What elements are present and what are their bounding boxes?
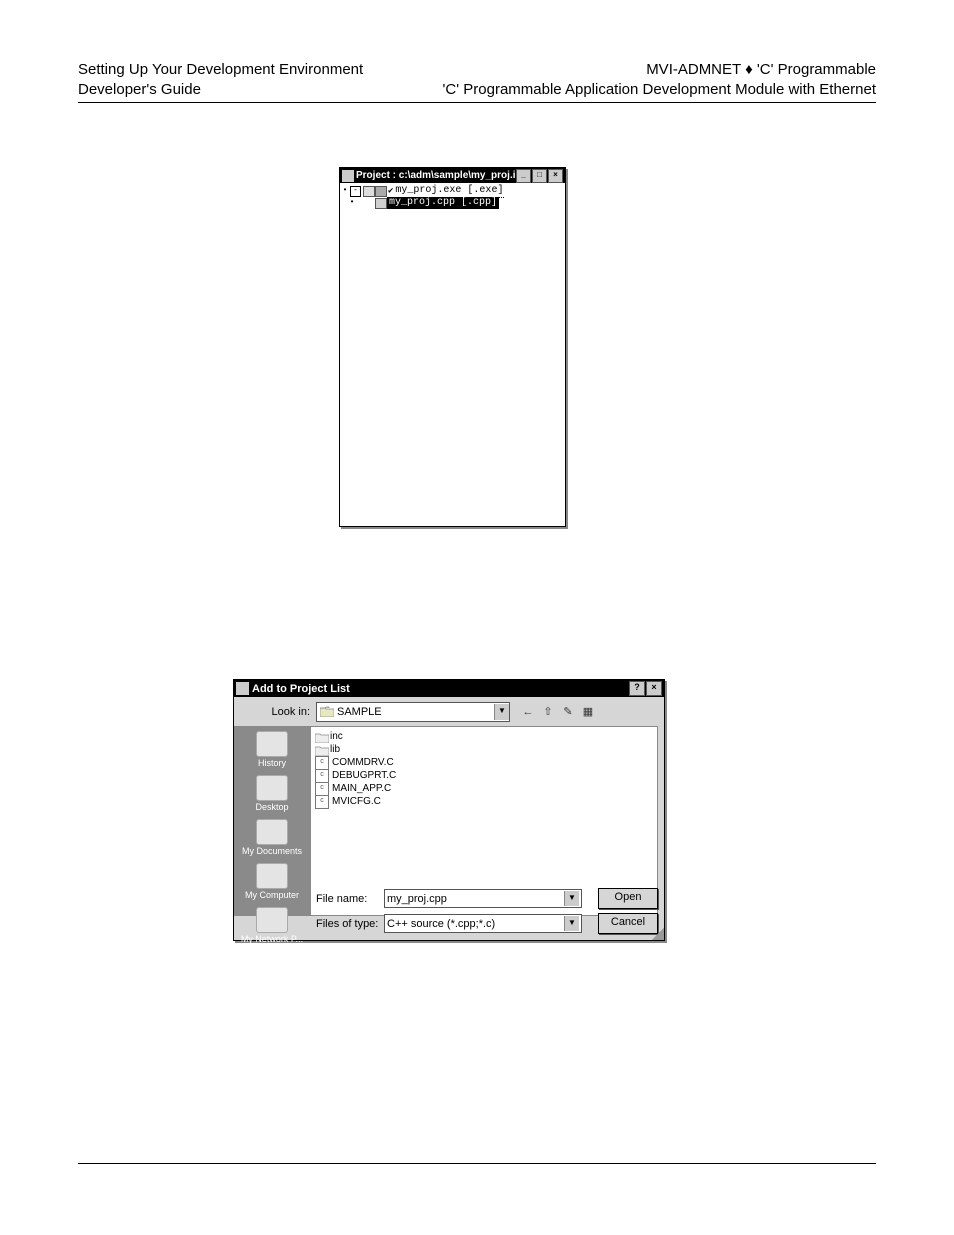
place-history-label: History <box>237 758 307 768</box>
project-titlebar[interactable]: Project : c:\adm\sample\my_proj.ide _ □ … <box>340 168 565 183</box>
filename-row: File name: my_proj.cpp ▼ Open <box>316 888 658 909</box>
tree-child-row[interactable]: • my_proj.cpp [.cpp] <box>342 197 563 209</box>
open-button[interactable]: Open <box>598 888 658 909</box>
tree-root-label: my_proj.exe [.exe] <box>394 185 504 198</box>
file-list: inc lib c COMMDRV.C c DEBUGPRT.C <box>311 727 657 811</box>
project-window: Project : c:\adm\sample\my_proj.ide _ □ … <box>339 167 566 527</box>
filetype-label: Files of type: <box>316 918 384 930</box>
file-name: inc <box>330 730 343 743</box>
dropdown-arrow-icon[interactable]: ▼ <box>494 704 509 720</box>
maximize-button[interactable]: □ <box>532 169 547 183</box>
c-file-icon: c <box>315 769 329 783</box>
header-right-line2: 'C' Programmable Application Development… <box>443 80 876 100</box>
list-item[interactable]: c MAIN_APP.C <box>315 782 653 795</box>
project-app-icon <box>342 170 354 182</box>
desktop-icon <box>256 775 288 801</box>
dialog-bottom: File name: my_proj.cpp ▼ Open Files of t… <box>316 884 658 934</box>
tree-root-row[interactable]: • - ✔ my_proj.exe [.exe] <box>342 185 563 197</box>
place-desktop[interactable]: Desktop <box>237 773 307 815</box>
header-left-line2: Developer's Guide <box>78 80 363 100</box>
lookin-dropdown[interactable]: SAMPLE ▼ <box>316 702 510 722</box>
help-button[interactable]: ? <box>629 681 645 696</box>
dialog-close-button[interactable]: × <box>646 681 662 696</box>
place-mynetwork-label: My Network P... <box>237 934 307 944</box>
exe-icon <box>363 186 375 197</box>
new-folder-icon[interactable]: ✎ <box>560 704 576 720</box>
footer-rule <box>78 1163 876 1164</box>
place-history[interactable]: History <box>237 729 307 771</box>
list-item[interactable]: c DEBUGPRT.C <box>315 769 653 782</box>
list-item[interactable]: inc <box>315 730 653 743</box>
dialog-app-icon <box>236 682 249 695</box>
file-name: lib <box>330 743 340 756</box>
filename-label: File name: <box>316 893 384 905</box>
c-file-icon: c <box>315 795 329 809</box>
place-desktop-label: Desktop <box>237 802 307 812</box>
file-name: MAIN_APP.C <box>332 782 391 795</box>
tree-child-label: my_proj.cpp [.cpp] <box>387 197 499 209</box>
place-mynetwork[interactable]: My Network P... <box>237 905 307 947</box>
network-icon <box>256 907 288 933</box>
list-item[interactable]: c MVICFG.C <box>315 795 653 808</box>
folder-open-icon <box>320 706 334 718</box>
dialog-titlebar[interactable]: Add to Project List ? × <box>234 680 664 697</box>
filename-input[interactable]: my_proj.cpp ▼ <box>384 889 582 908</box>
bullet-icon: • <box>342 185 348 197</box>
filetype-row: Files of type: C++ source (*.cpp;*.c) ▼ … <box>316 913 658 934</box>
dialog-title: Add to Project List <box>252 683 628 695</box>
folder-icon <box>315 732 327 742</box>
project-tree[interactable]: • - ✔ my_proj.exe [.exe] • my_proj.cpp [… <box>340 183 565 211</box>
c-file-icon: c <box>315 782 329 796</box>
header-left-line1: Setting Up Your Development Environment <box>78 60 363 80</box>
dropdown-arrow-icon[interactable]: ▼ <box>564 916 579 931</box>
add-to-project-dialog: Add to Project List ? × Look in: SAMPLE … <box>233 679 665 941</box>
project-title: Project : c:\adm\sample\my_proj.ide <box>356 170 515 181</box>
place-mydocs-label: My Documents <box>237 846 307 856</box>
minimize-button[interactable]: _ <box>516 169 531 183</box>
file-icon <box>375 198 387 209</box>
place-mydocs[interactable]: My Documents <box>237 817 307 859</box>
filetype-dropdown[interactable]: C++ source (*.cpp;*.c) ▼ <box>384 914 582 933</box>
gear-icon <box>375 186 387 197</box>
list-item[interactable]: c COMMDRV.C <box>315 756 653 769</box>
file-name: MVICFG.C <box>332 795 381 808</box>
file-dialog-toolbar: ← ⇧ ✎ ▦ <box>520 704 596 720</box>
bullet-icon: • <box>349 197 355 209</box>
place-mycomputer[interactable]: My Computer <box>237 861 307 903</box>
place-mycomputer-label: My Computer <box>237 890 307 900</box>
up-one-level-icon[interactable]: ⇧ <box>540 704 556 720</box>
history-icon <box>256 731 288 757</box>
back-icon[interactable]: ← <box>520 704 536 720</box>
resize-grip[interactable] <box>652 928 664 940</box>
check-icon: ✔ <box>387 185 394 197</box>
file-name: DEBUGPRT.C <box>332 769 396 782</box>
file-name: COMMDRV.C <box>332 756 394 769</box>
lookin-row: Look in: SAMPLE ▼ ← ⇧ ✎ ▦ <box>234 697 664 726</box>
lookin-label: Look in: <box>240 706 316 718</box>
filetype-value: C++ source (*.cpp;*.c) <box>387 918 495 930</box>
close-button[interactable]: × <box>548 169 563 183</box>
list-item[interactable]: lib <box>315 743 653 756</box>
header-rule <box>78 102 876 103</box>
filename-value: my_proj.cpp <box>387 893 447 905</box>
c-file-icon: c <box>315 756 329 770</box>
places-bar: History Desktop My Documents My Computer… <box>234 726 310 916</box>
computer-icon <box>256 863 288 889</box>
lookin-value: SAMPLE <box>337 706 494 718</box>
header-right-line1: MVI-ADMNET ♦ 'C' Programmable <box>443 60 876 80</box>
mydocuments-icon <box>256 819 288 845</box>
dropdown-arrow-icon[interactable]: ▼ <box>564 891 579 906</box>
views-icon[interactable]: ▦ <box>580 704 596 720</box>
expand-toggle[interactable]: - <box>350 186 361 197</box>
folder-icon <box>315 745 327 755</box>
page-header: Setting Up Your Development Environment … <box>78 60 876 99</box>
cancel-button[interactable]: Cancel <box>598 913 658 934</box>
